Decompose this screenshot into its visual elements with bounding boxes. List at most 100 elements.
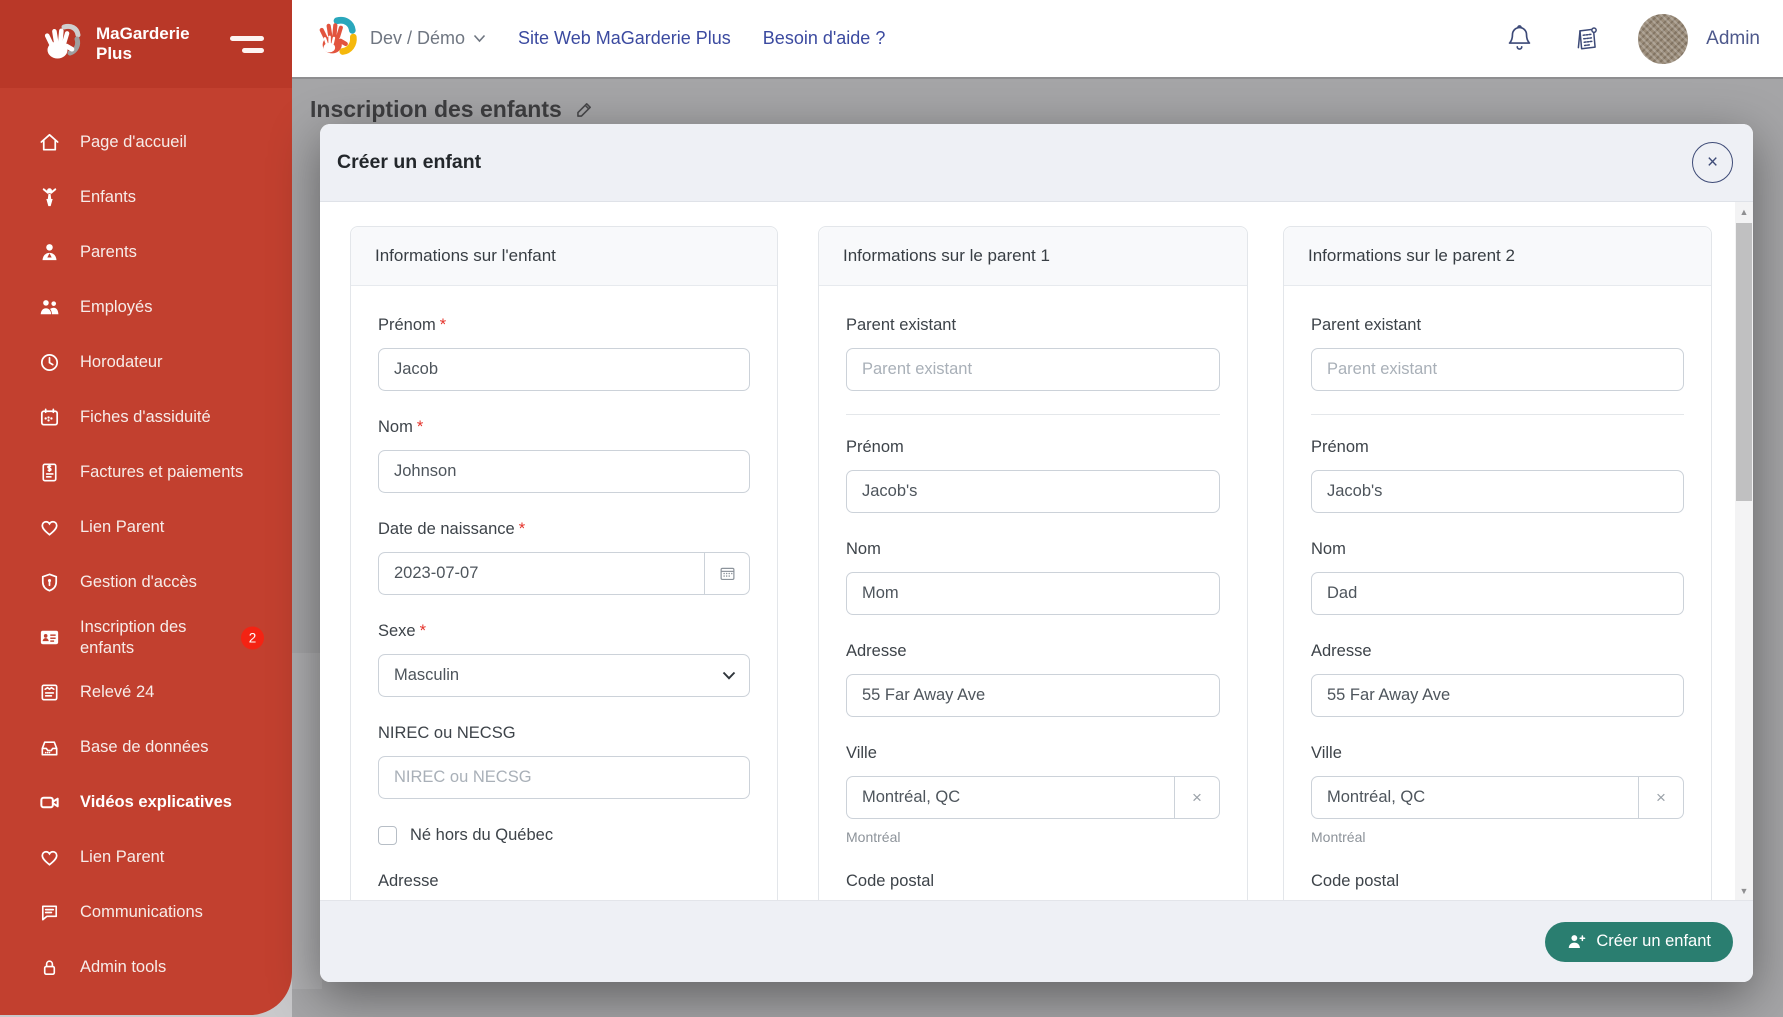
sidebar-item-gestion-acces[interactable]: Gestion d'accès (0, 555, 292, 610)
database-icon (38, 736, 61, 759)
modal-scrollbar[interactable]: ▲ ▼ (1735, 202, 1753, 900)
site-web-link[interactable]: Site Web MaGarderie Plus (518, 28, 731, 49)
date-picker-button[interactable] (705, 552, 750, 595)
clock-icon (38, 351, 61, 374)
create-child-modal: Créer un enfant × Informations sur l'enf… (320, 124, 1753, 982)
scroll-down-arrow[interactable]: ▼ (1735, 881, 1753, 900)
sidebar-item-horodateur[interactable]: Horodateur (0, 335, 292, 390)
modal-header: Créer un enfant × (320, 124, 1753, 202)
dob-field: Date de naissance* (378, 520, 750, 595)
sidebar-item-factures[interactable]: Factures et paiements (0, 445, 292, 500)
sidebar-item-inscription[interactable]: Inscription des enfants 2 (0, 610, 292, 665)
parent1-prenom-input[interactable] (846, 470, 1220, 513)
heart-icon (38, 516, 61, 539)
close-icon[interactable]: × (1692, 142, 1733, 183)
brand-name: MaGarderie Plus (96, 24, 190, 64)
sexe-field: Sexe* Masculin (378, 622, 750, 697)
chat-icon (38, 901, 61, 924)
notepad-icon (1573, 25, 1601, 53)
parent-existant-input[interactable] (1311, 348, 1684, 391)
dob-input[interactable] (378, 552, 705, 595)
page-title: Inscription des enfants (310, 96, 595, 123)
section-divider (1311, 414, 1684, 415)
clear-ville-icon[interactable]: × (1639, 776, 1684, 819)
prenom-field: Prénom (846, 438, 1220, 513)
env-switcher[interactable]: Dev / Démo (370, 28, 486, 49)
clear-ville-icon[interactable]: × (1175, 776, 1220, 819)
nom-field: Nom* (378, 418, 750, 493)
parent-icon (38, 241, 61, 264)
inscription-count-badge: 2 (241, 626, 264, 649)
parent2-info-card: Informations sur le parent 2 Parent exis… (1283, 226, 1712, 900)
sidebar-item-admin-tools[interactable]: Admin tools (0, 940, 292, 995)
nom-input[interactable] (378, 450, 750, 493)
sidebar-item-videos[interactable]: Vidéos explicatives (0, 775, 292, 830)
code-postal-field: Code postal (1311, 872, 1684, 900)
hands-color-logo-icon (314, 16, 360, 62)
id-card-icon (38, 626, 61, 649)
create-child-button[interactable]: Créer un enfant (1545, 922, 1733, 962)
parent1-nom-input[interactable] (846, 572, 1220, 615)
parent1-info-card: Informations sur le parent 1 Parent exis… (818, 226, 1248, 900)
sidebar-item-parents[interactable]: Parents (0, 225, 292, 280)
notifications-button[interactable] (1502, 22, 1536, 56)
sidebar-collapse-icon[interactable] (230, 36, 264, 53)
invoice-icon (38, 461, 61, 484)
chevron-down-icon (473, 34, 486, 43)
modal-title: Créer un enfant (337, 151, 481, 174)
edit-pencil-icon (574, 99, 595, 120)
parent2-adresse-input[interactable] (1311, 674, 1684, 717)
ville-hint: Montréal (1311, 829, 1684, 845)
scroll-up-arrow[interactable]: ▲ (1735, 202, 1753, 221)
notes-button[interactable] (1570, 22, 1604, 56)
parent-existant-field: Parent existant (1311, 316, 1684, 391)
parent1-ville-input[interactable] (846, 776, 1175, 819)
parent-existant-input[interactable] (846, 348, 1220, 391)
chevron-down-icon (722, 671, 736, 680)
parent2-nom-input[interactable] (1311, 572, 1684, 615)
user-name[interactable]: Admin (1706, 28, 1760, 50)
adresse-field: Adresse (378, 872, 750, 900)
nom-field: Nom (846, 540, 1220, 615)
parent1-adresse-input[interactable] (846, 674, 1220, 717)
sidebar-item-lien-parent[interactable]: Lien Parent (0, 500, 292, 555)
user-avatar[interactable] (1638, 14, 1688, 64)
born-outside-quebec-checkbox[interactable] (378, 826, 397, 845)
person-plus-icon (1567, 933, 1586, 950)
sidebar-item-employes[interactable]: Employés (0, 280, 292, 335)
help-link[interactable]: Besoin d'aide ? (763, 28, 886, 49)
sidebar-item-base-donnees[interactable]: Base de données (0, 720, 292, 775)
card-title: Informations sur l'enfant (351, 227, 777, 286)
heart-icon (38, 846, 61, 869)
nom-field: Nom (1311, 540, 1684, 615)
hand-logo-icon (36, 20, 84, 68)
scrollbar-thumb[interactable] (1736, 223, 1752, 501)
sidebar-item-releve24[interactable]: Relevé 24 (0, 665, 292, 720)
nirec-input[interactable] (378, 756, 750, 799)
calendar-icon (38, 406, 61, 429)
top-header: Dev / Démo Site Web MaGarderie Plus Beso… (292, 0, 1783, 77)
bell-icon (1506, 24, 1533, 53)
code-postal-field: Code postal (846, 872, 1220, 900)
sidebar-nav: Page d'accueil Enfants Parents Employés … (0, 88, 292, 995)
adresse-field: Adresse (846, 642, 1220, 717)
ville-field: Ville × Montréal (846, 744, 1220, 845)
card-title: Informations sur le parent 2 (1284, 227, 1711, 286)
sidebar-item-communications[interactable]: Communications (0, 885, 292, 940)
sexe-select[interactable]: Masculin (378, 654, 750, 697)
prenom-field: Prénom (1311, 438, 1684, 513)
child-info-card: Informations sur l'enfant Prénom* Nom* D… (350, 226, 778, 900)
parent2-ville-input[interactable] (1311, 776, 1639, 819)
sidebar-item-accueil[interactable]: Page d'accueil (0, 115, 292, 170)
prenom-input[interactable] (378, 348, 750, 391)
prenom-field: Prénom* (378, 316, 750, 391)
parent-existant-field: Parent existant (846, 316, 1220, 391)
sidebar-item-lien-parent-2[interactable]: Lien Parent (0, 830, 292, 885)
modal-body: Informations sur l'enfant Prénom* Nom* D… (320, 202, 1753, 900)
card-title: Informations sur le parent 1 (819, 227, 1247, 286)
employees-icon (38, 296, 61, 319)
sidebar-item-enfants[interactable]: Enfants (0, 170, 292, 225)
sidebar-item-assiduite[interactable]: Fiches d'assiduité (0, 390, 292, 445)
lock-icon (38, 956, 61, 979)
parent2-prenom-input[interactable] (1311, 470, 1684, 513)
